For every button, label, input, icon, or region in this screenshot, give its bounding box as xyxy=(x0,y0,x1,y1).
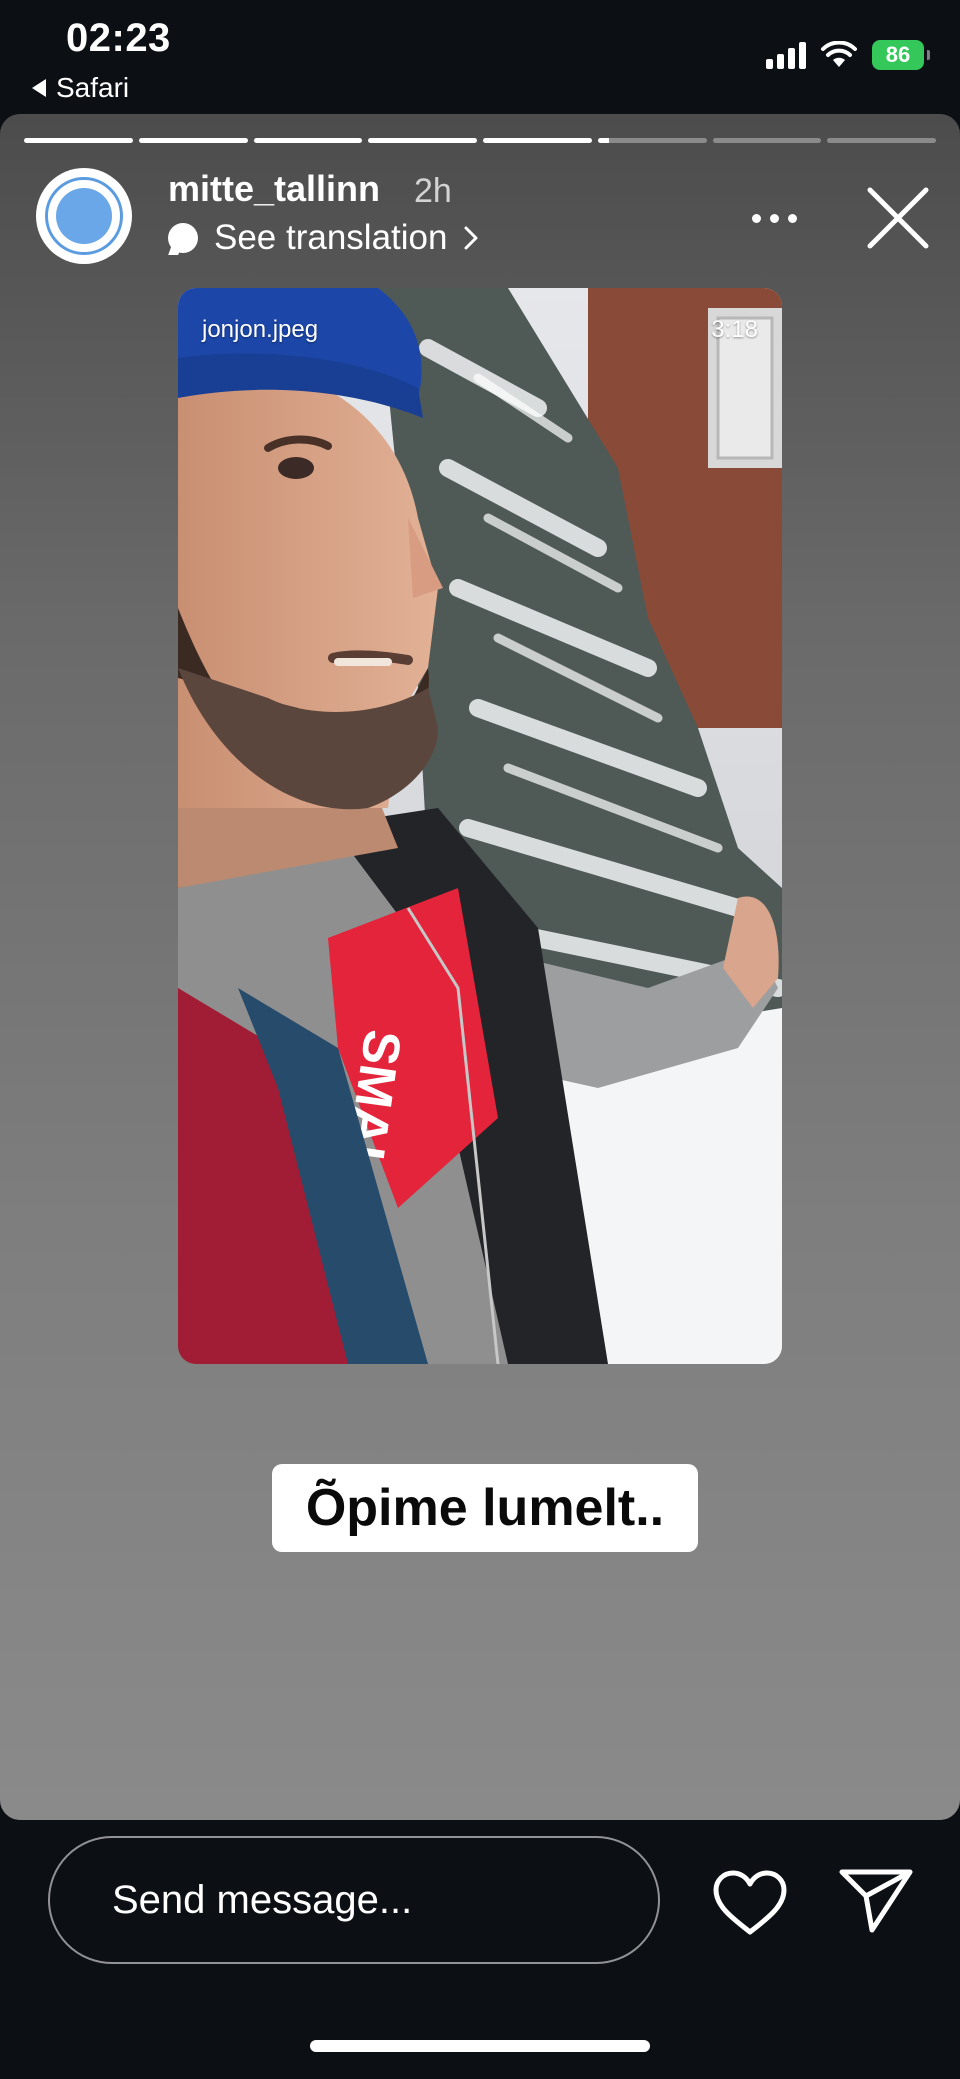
story-video[interactable]: SMAL VOITA jonjon.jpeg 3:18 xyxy=(178,288,782,1364)
story-age: 2h xyxy=(414,172,452,210)
story-caption: Õpime lumelt.. xyxy=(272,1464,698,1552)
back-triangle-icon xyxy=(32,79,46,97)
signal-icon xyxy=(766,41,806,69)
heart-icon[interactable] xyxy=(712,1870,788,1936)
video-source-label: jonjon.jpeg xyxy=(202,316,319,343)
back-to-safari[interactable]: Safari xyxy=(32,72,129,104)
chevron-right-icon xyxy=(464,226,478,250)
see-translation-label: See translation xyxy=(214,218,448,257)
story-progress-segment xyxy=(827,138,936,143)
story-progress-segment xyxy=(253,138,363,143)
wifi-icon xyxy=(821,41,857,67)
avatar[interactable] xyxy=(36,168,132,264)
story-progress-segment xyxy=(24,138,133,143)
video-duration: 3:18 xyxy=(711,316,758,343)
translate-bubble-icon xyxy=(168,223,198,253)
send-message-placeholder: Send message... xyxy=(112,1877,413,1922)
battery-level: 86 xyxy=(885,42,911,67)
story-progress-segment xyxy=(368,138,477,143)
story-card[interactable]: mitte_tallinn 2h See translation jonjon.… xyxy=(0,114,960,1820)
story-username[interactable]: mitte_tallinn xyxy=(168,168,380,210)
story-progress-segment xyxy=(138,138,248,143)
send-icon[interactable] xyxy=(838,1868,914,1934)
battery-icon: 86 xyxy=(872,40,930,70)
send-message-input[interactable]: Send message... xyxy=(48,1836,660,1964)
status-time: 02:23 xyxy=(66,16,171,60)
home-indicator[interactable] xyxy=(310,2040,650,2052)
more-icon[interactable] xyxy=(752,214,797,223)
story-progress-segment xyxy=(483,138,592,143)
story-progress-bar xyxy=(24,138,936,143)
close-icon[interactable] xyxy=(862,182,934,254)
story-progress-segment xyxy=(712,138,822,143)
see-translation-button[interactable]: See translation xyxy=(168,218,479,258)
back-app-label: Safari xyxy=(56,72,130,103)
status-indicators: 86 xyxy=(766,40,930,70)
story-progress-segment xyxy=(597,138,707,143)
